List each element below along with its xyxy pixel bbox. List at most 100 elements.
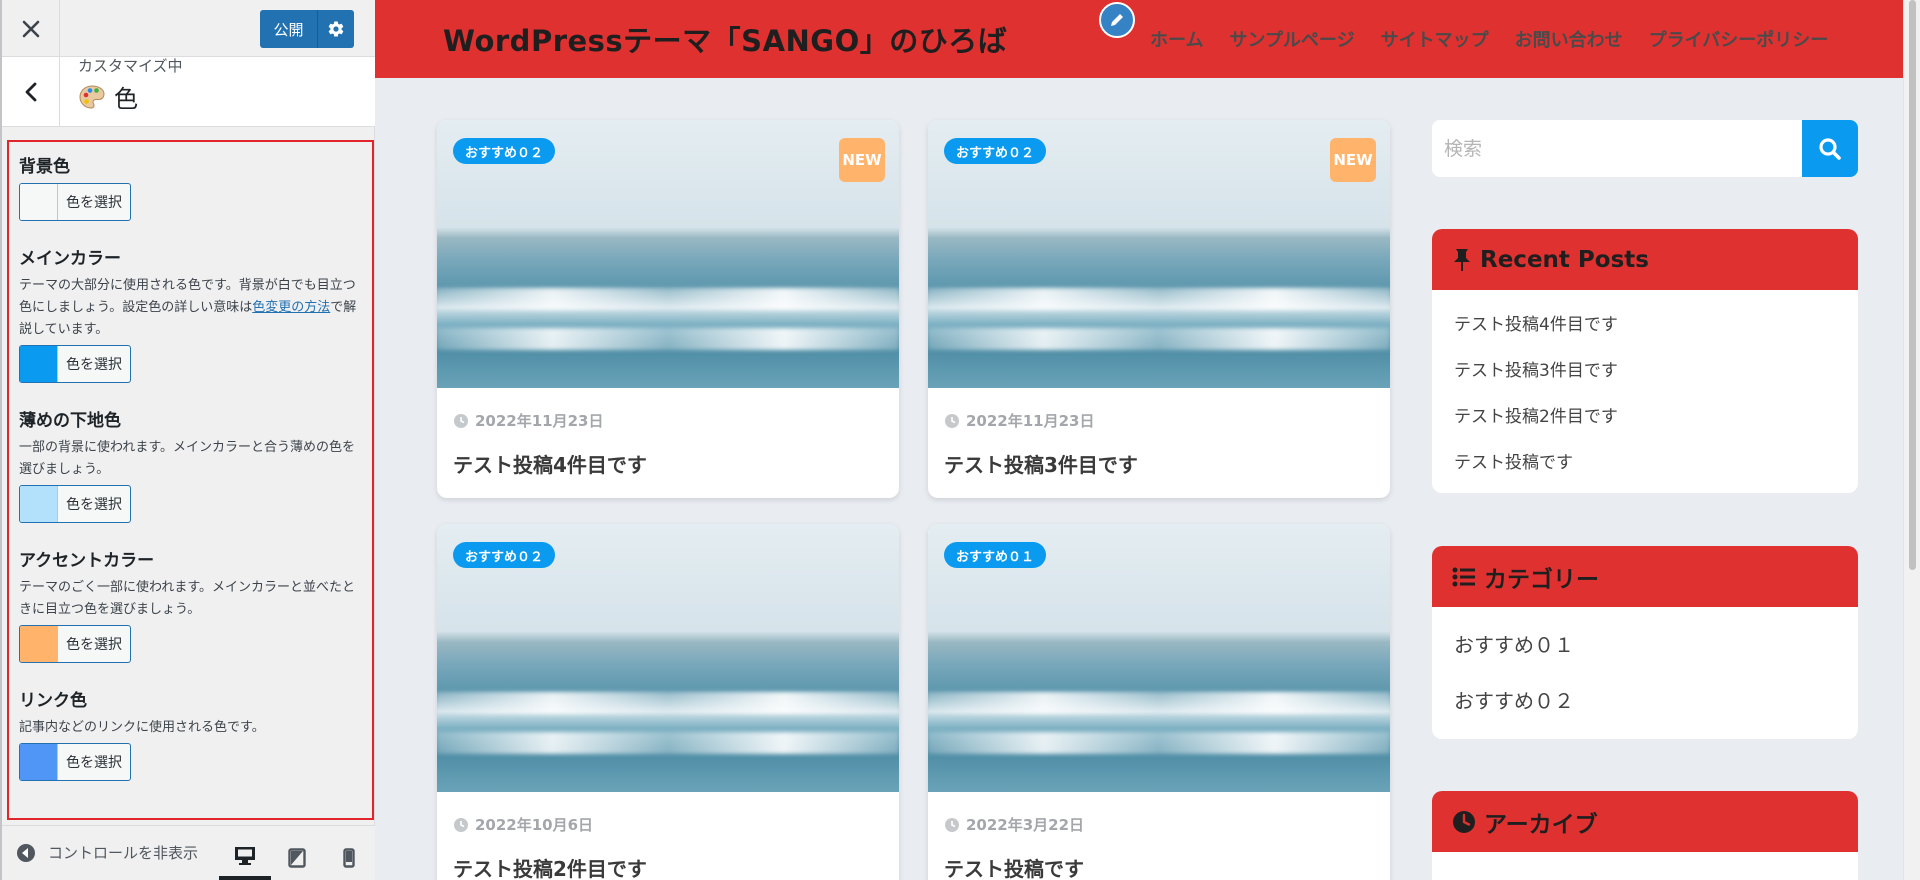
recent-post-link[interactable]: テスト投稿4件目です: [1432, 302, 1858, 348]
color-controls: 背景色 色を選択 メインカラー テーマの大部分に使用される色です。背景が白でも目…: [7, 140, 374, 820]
thumbnail-wave: [437, 692, 899, 714]
color-swatch: [20, 626, 58, 662]
widget-title: アーカイブ: [1484, 811, 1598, 838]
search-widget: [1432, 120, 1858, 177]
post-date-text: 2022年11月23日: [966, 412, 1095, 430]
post-thumbnail: おすすめ０１: [928, 524, 1390, 792]
section-name-text: 色: [114, 85, 138, 113]
post-title[interactable]: テスト投稿です: [944, 853, 1374, 880]
hide-controls-label: コントロールを非表示: [48, 844, 199, 862]
preview-mobile-button[interactable]: [323, 836, 375, 880]
gear-icon: [328, 21, 344, 37]
collapse-arrow-icon: [17, 843, 35, 862]
close-icon: [22, 20, 39, 37]
link-color-picker-button[interactable]: 色を選択: [19, 743, 131, 781]
categories-widget: カテゴリー おすすめ０１ おすすめ０２: [1432, 546, 1858, 739]
recent-post-link[interactable]: テスト投稿2件目です: [1432, 394, 1858, 440]
post-title[interactable]: テスト投稿2件目です: [453, 853, 883, 880]
control-title: メインカラー: [19, 249, 121, 269]
accent-color-picker-button[interactable]: 色を選択: [19, 625, 131, 663]
hide-controls-button[interactable]: コントロールを非表示: [16, 842, 198, 863]
preview-tablet-button[interactable]: [271, 836, 323, 880]
light-base-color-picker-button[interactable]: 色を選択: [19, 485, 131, 523]
nav-item-privacy-policy[interactable]: プライバシーポリシー: [1649, 26, 1829, 52]
recent-posts-list: テスト投稿4件目です テスト投稿3件目です テスト投稿2件目です テスト投稿です: [1432, 290, 1858, 492]
search-icon: [1819, 137, 1841, 160]
post-card[interactable]: おすすめ０２ NEW 2022年11月23日 テスト投稿4件目です: [437, 120, 899, 498]
main-color-picker-button[interactable]: 色を選択: [19, 345, 131, 383]
control-title: 背景色: [19, 157, 70, 177]
post-card-body: 2022年11月23日 テスト投稿3件目です: [928, 388, 1390, 498]
clock-icon: [1453, 810, 1475, 833]
post-category-badge[interactable]: おすすめ０２: [944, 138, 1047, 164]
archive-widget: アーカイブ: [1432, 791, 1858, 880]
post-title[interactable]: テスト投稿4件目です: [453, 449, 883, 478]
control-description: 一部の背景に使われます。メインカラーと合う薄めの色を選びましょう。: [19, 440, 356, 477]
nav-item-sample-page[interactable]: サンプルページ: [1229, 26, 1354, 52]
site-preview: WordPressテーマ「SANGO」のひろば ホーム サンプルページ サイトマ…: [375, 0, 1920, 880]
back-button[interactable]: [2, 57, 60, 127]
clock-icon: [454, 817, 468, 832]
publish-button[interactable]: 公開: [260, 10, 318, 48]
post-title[interactable]: テスト投稿3件目です: [944, 449, 1374, 478]
scrollbar-thumb[interactable]: [1909, 0, 1916, 570]
thumbnail-wave: [437, 288, 899, 310]
color-change-guide-link[interactable]: 色変更の方法: [252, 300, 330, 315]
recent-post-link[interactable]: テスト投稿3件目です: [1432, 348, 1858, 394]
control-link-color: リンク色 記事内などのリンクに使用される色です。 色を選択: [19, 686, 362, 784]
color-button-label: 色を選択: [66, 497, 122, 513]
preview-scrollbar[interactable]: [1903, 0, 1920, 880]
chevron-left-icon: [25, 82, 36, 102]
widget-title: Recent Posts: [1480, 246, 1649, 273]
thumbnail-wave: [437, 732, 899, 754]
section-name: 色: [78, 79, 138, 114]
post-date-text: 2022年11月23日: [475, 412, 604, 430]
site-title[interactable]: WordPressテーマ「SANGO」のひろば: [443, 18, 1007, 60]
category-link[interactable]: おすすめ０１: [1432, 617, 1858, 673]
post-date: 2022年3月22日: [944, 814, 1374, 835]
post-card-body: 2022年3月22日 テスト投稿です: [928, 792, 1390, 880]
background-color-picker-button[interactable]: 色を選択: [19, 183, 131, 221]
site-header: WordPressテーマ「SANGO」のひろば ホーム サンプルページ サイトマ…: [375, 0, 1920, 78]
list-icon: [1452, 567, 1475, 586]
post-card[interactable]: おすすめ０２ NEW 2022年11月23日 テスト投稿3件目です: [928, 120, 1390, 498]
search-input[interactable]: [1432, 120, 1802, 177]
post-card[interactable]: おすすめ０２ 2022年10月6日 テスト投稿2件目です: [437, 524, 899, 880]
control-main-color: メインカラー テーマの大部分に使用される色です。背景が白でも目立つ色にしましょう…: [19, 244, 362, 386]
preview-desktop-button[interactable]: [219, 836, 271, 880]
post-category-badge[interactable]: おすすめ０２: [453, 542, 556, 568]
new-badge: NEW: [1330, 138, 1376, 182]
post-category-badge[interactable]: おすすめ０２: [453, 138, 556, 164]
thumbnail-wave: [928, 692, 1390, 714]
post-thumbnail: おすすめ０２: [437, 524, 899, 792]
publish-settings-button[interactable]: [318, 10, 354, 48]
control-light-base-color: 薄めの下地色 一部の背景に使われます。メインカラーと合う薄めの色を選びましょう。…: [19, 406, 362, 526]
nav-item-contact[interactable]: お問い合わせ: [1515, 26, 1623, 52]
close-customizer-button[interactable]: [2, 0, 60, 57]
post-card-body: 2022年10月6日 テスト投稿2件目です: [437, 792, 899, 880]
post-thumbnail: おすすめ０２ NEW: [437, 120, 899, 388]
pin-icon: [1454, 248, 1470, 271]
recent-posts-widget: Recent Posts テスト投稿4件目です テスト投稿3件目です テスト投稿…: [1432, 229, 1858, 493]
search-button[interactable]: [1802, 120, 1858, 177]
nav-item-home[interactable]: ホーム: [1150, 26, 1203, 52]
customizer-footer: コントロールを非表示: [2, 825, 375, 880]
category-link[interactable]: おすすめ０２: [1432, 673, 1858, 729]
categories-list: おすすめ０１ おすすめ０２: [1432, 607, 1858, 735]
mobile-icon: [343, 848, 355, 868]
post-card[interactable]: おすすめ０１ 2022年3月22日 テスト投稿です: [928, 524, 1390, 880]
recent-post-link[interactable]: テスト投稿です: [1432, 440, 1858, 486]
post-category-badge[interactable]: おすすめ０１: [944, 542, 1047, 568]
publish-group: 公開: [260, 10, 354, 48]
color-button-label: 色を選択: [66, 195, 122, 211]
control-title: 薄めの下地色: [19, 411, 121, 431]
clock-icon: [945, 413, 959, 428]
control-title: リンク色: [19, 691, 87, 711]
control-description: 記事内などのリンクに使用される色です。: [19, 720, 265, 735]
main-nav: ホーム サンプルページ サイトマップ お問い合わせ プライバシーポリシー: [1150, 26, 1828, 52]
nav-item-sitemap[interactable]: サイトマップ: [1381, 26, 1489, 52]
pencil-icon: [1111, 14, 1123, 26]
post-date: 2022年11月23日: [453, 410, 883, 431]
control-title: アクセントカラー: [19, 551, 155, 571]
edit-shortcut-button[interactable]: [1099, 2, 1135, 38]
